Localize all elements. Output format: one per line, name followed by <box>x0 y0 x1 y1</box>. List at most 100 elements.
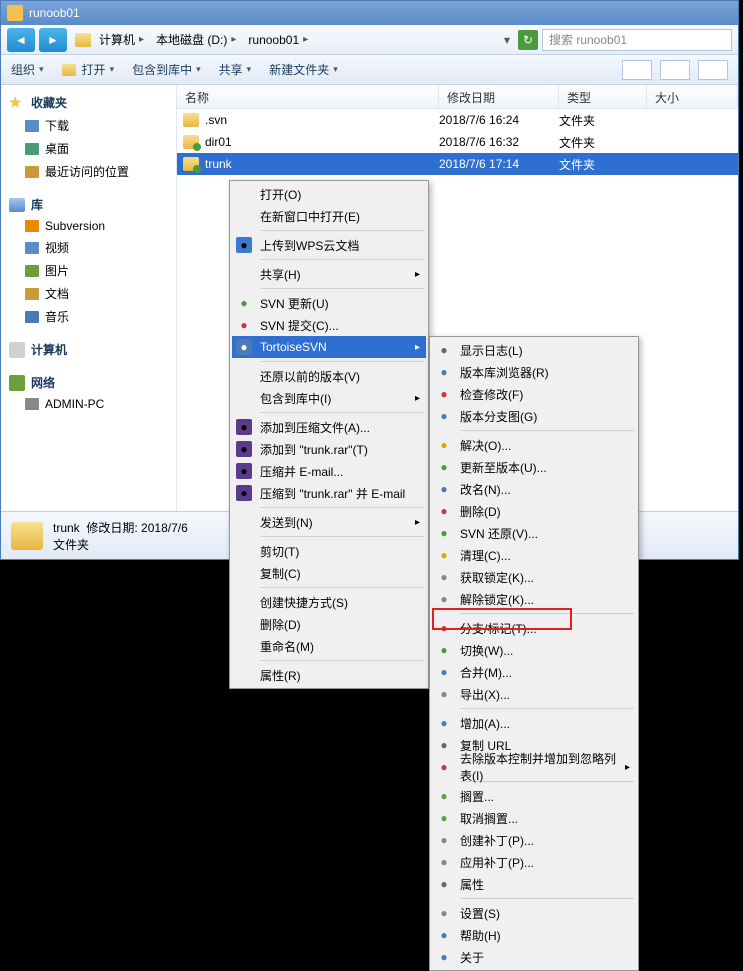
menu-item-label: 切换(W)... <box>460 642 513 659</box>
col-date[interactable]: 修改日期 <box>439 85 559 108</box>
menu-item[interactable]: ●分支/标记(T)... <box>432 617 636 639</box>
col-name[interactable]: 名称 <box>177 85 439 108</box>
menu-item[interactable]: ● 压缩并 E-mail... <box>232 460 426 482</box>
menu-item[interactable]: ●检查修改(F) <box>432 383 636 405</box>
search-input[interactable]: 搜索 runoob01 <box>542 29 732 51</box>
menu-item[interactable]: ●导出(X)... <box>432 683 636 705</box>
shelve-icon: ● <box>436 810 452 826</box>
menu-item[interactable]: ●添加到压缩文件(A)... <box>232 416 426 438</box>
column-headers: 名称 修改日期 类型 大小 <box>177 85 738 109</box>
file-row[interactable]: dir01 2018/7/6 16:32 文件夹 <box>177 131 738 153</box>
file-row-selected[interactable]: trunk 2018/7/6 17:14 文件夹 <box>177 153 738 175</box>
include-library-button[interactable]: 包含到库中 <box>132 61 201 78</box>
sidebar-videos[interactable]: 视频 <box>1 236 176 259</box>
menu-item-label: 压缩并 E-mail... <box>260 463 343 480</box>
recent-icon <box>25 166 39 178</box>
menu-item[interactable]: ●关于 <box>432 946 636 968</box>
menu-item[interactable]: ●搁置... <box>432 785 636 807</box>
menu-item[interactable]: ●属性 <box>432 873 636 895</box>
menu-item[interactable]: 共享(H) <box>232 263 426 285</box>
sidebar-subversion[interactable]: Subversion <box>1 216 176 236</box>
sidebar-documents[interactable]: 文档 <box>1 282 176 305</box>
menu-item[interactable]: ●删除(D) <box>432 500 636 522</box>
menu-item[interactable]: ●版本库浏览器(R) <box>432 361 636 383</box>
menu-item-label: 发送到(N) <box>260 514 313 531</box>
sidebar-desktop[interactable]: 桌面 <box>1 137 176 160</box>
menu-item[interactable]: ●上传到WPS云文档 <box>232 234 426 256</box>
menu-item[interactable]: ●去除版本控制并增加到忽略列表(I) <box>432 756 636 778</box>
sidebar-favorites[interactable]: ★收藏夹 <box>1 91 176 114</box>
menu-item[interactable]: ●SVN 更新(U) <box>232 292 426 314</box>
rar-icon: ● <box>236 463 252 479</box>
menu-item[interactable]: ●设置(S) <box>432 902 636 924</box>
menu-item[interactable]: ●解除锁定(K)... <box>432 588 636 610</box>
menu-item[interactable]: ●清理(C)... <box>432 544 636 566</box>
menu-item[interactable]: ●压缩到 "trunk.rar" 并 E-mail <box>232 482 426 504</box>
menu-item[interactable]: ●版本分支图(G) <box>432 405 636 427</box>
menu-item[interactable]: 属性(R) <box>232 664 426 686</box>
path-disk[interactable]: 本地磁盘 (D:) <box>152 29 240 50</box>
sidebar-libraries[interactable]: 库 <box>1 193 176 216</box>
menu-separator <box>460 613 634 614</box>
menu-item[interactable]: ●SVN 提交(C)... <box>232 314 426 336</box>
menu-item[interactable]: ●获取锁定(K)... <box>432 566 636 588</box>
new-folder-button[interactable]: 新建文件夹 <box>269 61 338 78</box>
check-icon: ● <box>436 386 452 402</box>
menu-item[interactable]: ●显示日志(L) <box>432 339 636 361</box>
menu-separator <box>460 430 634 431</box>
col-size[interactable]: 大小 <box>647 85 738 108</box>
menu-item[interactable]: ●应用补丁(P)... <box>432 851 636 873</box>
sidebar-recent[interactable]: 最近访问的位置 <box>1 160 176 183</box>
back-button[interactable]: ◄ <box>7 28 35 52</box>
address-bar[interactable]: 计算机 本地磁盘 (D:) runoob01 ▾ <box>71 29 514 50</box>
menu-item[interactable]: ●增加(A)... <box>432 712 636 734</box>
menu-item[interactable]: 在新窗口中打开(E) <box>232 205 426 227</box>
sidebar-pictures[interactable]: 图片 <box>1 259 176 282</box>
menu-item[interactable]: ●更新至版本(U)... <box>432 456 636 478</box>
menu-item[interactable]: ●SVN 还原(V)... <box>432 522 636 544</box>
menu-item-label: 上传到WPS云文档 <box>260 237 359 254</box>
menu-item[interactable]: 打开(O) <box>232 183 426 205</box>
menu-item[interactable]: 复制(C) <box>232 562 426 584</box>
menu-item[interactable]: ●取消搁置... <box>432 807 636 829</box>
col-type[interactable]: 类型 <box>559 85 647 108</box>
menu-item[interactable]: 发送到(N) <box>232 511 426 533</box>
open-button[interactable]: 打开 <box>62 61 115 78</box>
forward-button[interactable]: ► <box>39 28 67 52</box>
refresh-button[interactable]: ↻ <box>518 30 538 50</box>
menu-item-label: 获取锁定(K)... <box>460 569 534 586</box>
sidebar-music[interactable]: 音乐 <box>1 305 176 328</box>
menu-item[interactable]: 重命名(M) <box>232 635 426 657</box>
menu-item[interactable]: 创建快捷方式(S) <box>232 591 426 613</box>
menu-item[interactable]: ●TortoiseSVN <box>232 336 426 358</box>
menu-item[interactable]: 还原以前的版本(V) <box>232 365 426 387</box>
sidebar-downloads[interactable]: 下载 <box>1 114 176 137</box>
sidebar-network[interactable]: 网络 <box>1 371 176 394</box>
organize-button[interactable]: 组织 <box>11 61 44 78</box>
chevron-down-icon[interactable]: ▾ <box>504 33 510 47</box>
sidebar-network-pc[interactable]: ADMIN-PC <box>1 394 176 414</box>
file-row[interactable]: .svn 2018/7/6 16:24 文件夹 <box>177 109 738 131</box>
sidebar-computer[interactable]: 计算机 <box>1 338 176 361</box>
rename-icon: ● <box>436 481 452 497</box>
menu-item[interactable]: 包含到库中(I) <box>232 387 426 409</box>
menu-item[interactable]: ●解决(O)... <box>432 434 636 456</box>
menu-item[interactable]: 删除(D) <box>232 613 426 635</box>
menu-item[interactable]: ●帮助(H) <box>432 924 636 946</box>
help-icon: ● <box>436 927 452 943</box>
preview-button[interactable] <box>660 60 690 80</box>
menu-item[interactable]: ●改名(N)... <box>432 478 636 500</box>
path-computer[interactable]: 计算机 <box>95 29 148 50</box>
help-button[interactable] <box>698 60 728 80</box>
picture-icon <box>25 265 39 277</box>
share-button[interactable]: 共享 <box>219 61 252 78</box>
view-button[interactable] <box>622 60 652 80</box>
menu-item[interactable]: ●合并(M)... <box>432 661 636 683</box>
title-bar[interactable]: runoob01 <box>1 1 738 25</box>
menu-item[interactable]: ●创建补丁(P)... <box>432 829 636 851</box>
menu-item-label: 打开(O) <box>260 186 301 203</box>
menu-item[interactable]: 剪切(T) <box>232 540 426 562</box>
menu-item[interactable]: ●添加到 "trunk.rar"(T) <box>232 438 426 460</box>
path-folder[interactable]: runoob01 <box>244 31 312 49</box>
menu-item[interactable]: ●切换(W)... <box>432 639 636 661</box>
